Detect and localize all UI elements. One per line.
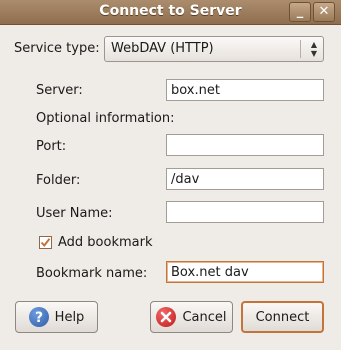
port-input[interactable]	[166, 134, 324, 156]
service-type-label: Service type:	[14, 41, 100, 56]
combo-arrows-icon: ▲ ▼	[310, 40, 317, 58]
help-button[interactable]: ? Help	[15, 301, 98, 333]
cancel-icon	[156, 307, 177, 327]
connect-to-server-window: Connect to Server _ ✕ Service type: WebD…	[0, 0, 341, 350]
close-button[interactable]: ✕	[313, 2, 335, 22]
title-bar[interactable]: Connect to Server _ ✕	[0, 0, 341, 25]
help-icon: ?	[28, 307, 49, 327]
close-icon: ✕	[318, 4, 330, 19]
checkmark-icon	[40, 238, 51, 248]
service-type-combo[interactable]: WebDAV (HTTP) ▲ ▼	[104, 36, 324, 62]
optional-information-label: Optional information:	[36, 111, 175, 126]
service-type-value: WebDAV (HTTP)	[111, 41, 214, 56]
minimize-button[interactable]: _	[289, 2, 311, 22]
connect-button-label: Connect	[255, 309, 310, 325]
bookmark-name-label: Bookmark name:	[36, 266, 148, 281]
user-name-label: User Name:	[36, 206, 113, 221]
port-label: Port:	[36, 139, 67, 154]
svg-text:?: ?	[35, 310, 43, 326]
server-label: Server:	[36, 83, 83, 98]
minimize-icon: _	[296, 4, 304, 19]
cancel-button[interactable]: Cancel	[150, 301, 233, 333]
help-button-label: Help	[54, 309, 85, 325]
server-input[interactable]	[166, 79, 324, 101]
add-bookmark-label[interactable]: Add bookmark	[58, 235, 153, 250]
folder-input[interactable]	[166, 168, 324, 190]
connect-button[interactable]: Connect	[241, 301, 324, 333]
combo-separator	[300, 40, 301, 58]
user-name-input[interactable]	[166, 201, 324, 223]
bookmark-name-input[interactable]	[166, 261, 324, 283]
add-bookmark-checkbox[interactable]	[39, 236, 52, 249]
folder-label: Folder:	[36, 173, 81, 188]
cancel-button-label: Cancel	[182, 309, 227, 325]
